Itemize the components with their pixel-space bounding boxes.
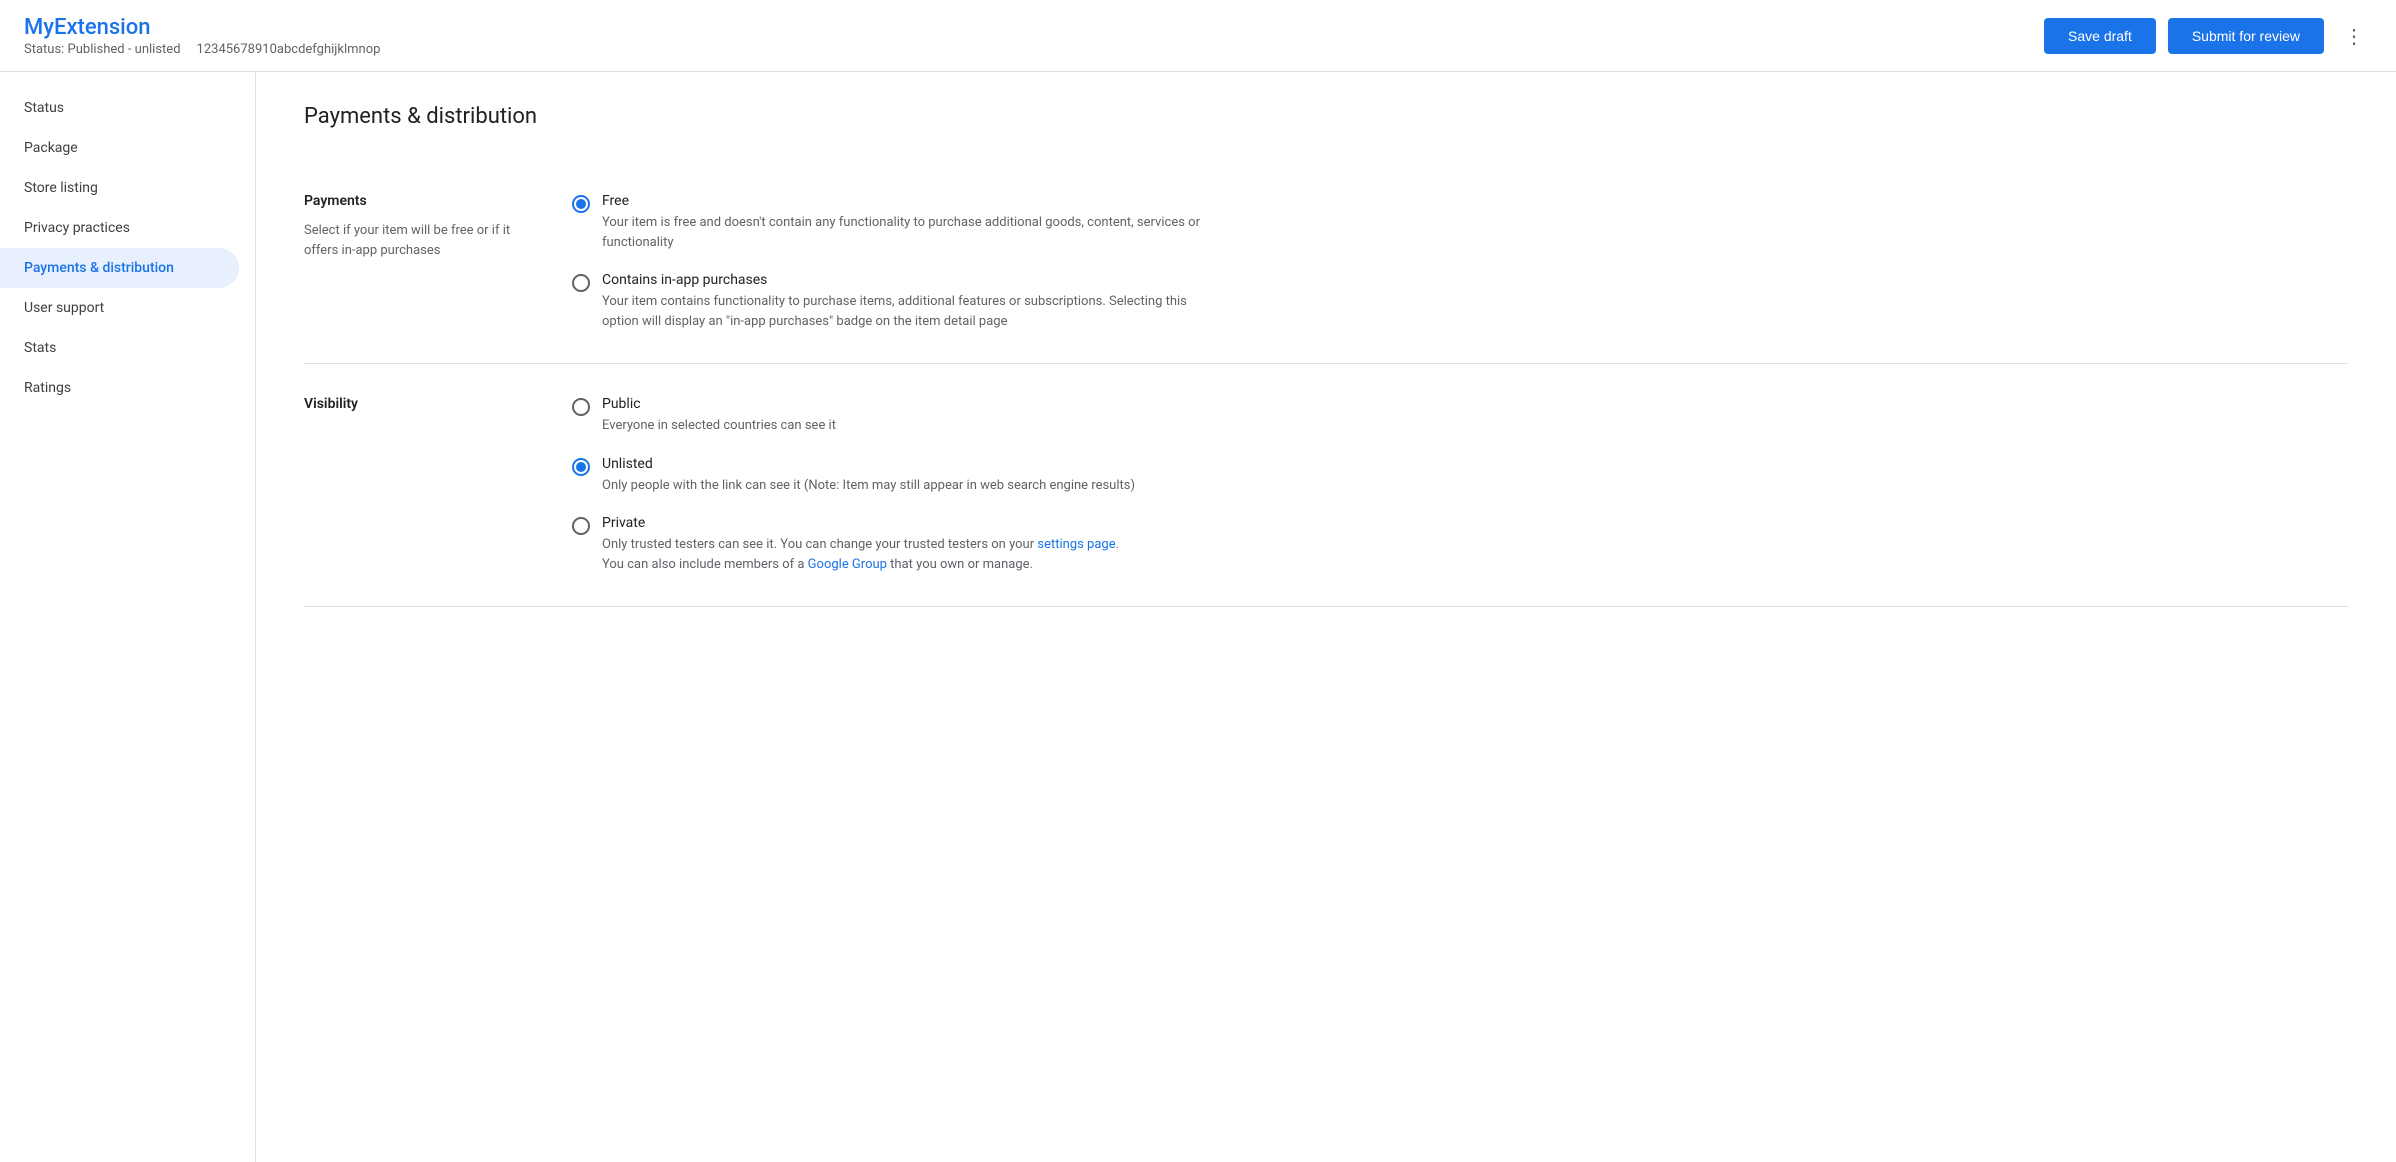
visibility-unlisted-label: Unlisted [602, 456, 1135, 472]
save-draft-button[interactable]: Save draft [2044, 18, 2156, 54]
visibility-public-option: Public Everyone in selected countries ca… [572, 396, 2348, 436]
payments-inapp-desc: Your item contains functionality to purc… [602, 292, 1202, 331]
submit-review-button[interactable]: Submit for review [2168, 18, 2324, 54]
sidebar-item-stats[interactable]: Stats [0, 328, 239, 368]
layout: Status Package Store listing Privacy pra… [0, 72, 2396, 1162]
visibility-public-desc: Everyone in selected countries can see i… [602, 416, 836, 436]
payments-free-label: Free [602, 193, 1202, 209]
visibility-public-text: Public Everyone in selected countries ca… [602, 396, 836, 436]
visibility-private-radio[interactable] [572, 517, 590, 535]
visibility-private-text: Private Only trusted testers can see it.… [602, 515, 1119, 574]
payments-free-desc: Your item is free and doesn't contain an… [602, 213, 1202, 252]
visibility-label: Visibility [304, 396, 524, 574]
visibility-unlisted-option: Unlisted Only people with the link can s… [572, 456, 2348, 496]
app-id: 12345678910abcdefghijklmnop [197, 42, 381, 57]
payments-free-text: Free Your item is free and doesn't conta… [602, 193, 1202, 252]
visibility-unlisted-text: Unlisted Only people with the link can s… [602, 456, 1135, 496]
visibility-title: Visibility [304, 396, 524, 412]
payments-inapp-text: Contains in-app purchases Your item cont… [602, 272, 1202, 331]
private-desc-after: You can also include members of a [602, 557, 808, 572]
visibility-private-label: Private [602, 515, 1119, 531]
payments-free-option: Free Your item is free and doesn't conta… [572, 193, 2348, 252]
payments-label: Payments Select if your item will be fre… [304, 193, 524, 331]
sidebar-item-user-support[interactable]: User support [0, 288, 239, 328]
status-label: Status: Published - unlisted [24, 42, 181, 57]
payments-description: Select if your item will be free or if i… [304, 221, 524, 260]
visibility-private-option: Private Only trusted testers can see it.… [572, 515, 2348, 574]
app-meta: Status: Published - unlisted 12345678910… [24, 42, 2044, 57]
payments-inapp-option: Contains in-app purchases Your item cont… [572, 272, 2348, 331]
payments-title: Payments [304, 193, 524, 209]
google-group-link[interactable]: Google Group [808, 557, 887, 572]
sidebar-item-status[interactable]: Status [0, 88, 239, 128]
sidebar-item-payments-distribution[interactable]: Payments & distribution [0, 248, 239, 288]
sidebar-item-ratings[interactable]: Ratings [0, 368, 239, 408]
page-title: Payments & distribution [304, 104, 2348, 129]
visibility-unlisted-desc: Only people with the link can see it (No… [602, 476, 1135, 496]
payments-inapp-label: Contains in-app purchases [602, 272, 1202, 288]
private-desc-end: that you own or manage. [887, 557, 1033, 572]
sidebar: Status Package Store listing Privacy pra… [0, 72, 256, 1162]
payments-content: Free Your item is free and doesn't conta… [524, 193, 2348, 331]
main-content: Payments & distribution Payments Select … [256, 72, 2396, 1162]
payments-section: Payments Select if your item will be fre… [304, 161, 2348, 364]
sidebar-item-package[interactable]: Package [0, 128, 239, 168]
visibility-public-radio[interactable] [572, 398, 590, 416]
settings-page-link[interactable]: settings page [1037, 537, 1115, 552]
visibility-section: Visibility Public Everyone in selected c… [304, 364, 2348, 607]
app-title: MyExtension [24, 15, 2044, 40]
visibility-unlisted-radio[interactable] [572, 458, 590, 476]
visibility-content: Public Everyone in selected countries ca… [524, 396, 2348, 574]
header-left: MyExtension Status: Published - unlisted… [24, 15, 2044, 57]
private-desc-period: . [1116, 537, 1119, 552]
visibility-private-desc: Only trusted testers can see it. You can… [602, 535, 1119, 574]
private-desc-before: Only trusted testers can see it. You can… [602, 537, 1037, 552]
more-options-icon[interactable]: ⋮ [2336, 18, 2372, 54]
header: MyExtension Status: Published - unlisted… [0, 0, 2396, 72]
header-right: Save draft Submit for review ⋮ [2044, 18, 2372, 54]
payments-free-radio[interactable] [572, 195, 590, 213]
payments-inapp-radio[interactable] [572, 274, 590, 292]
sidebar-item-privacy-practices[interactable]: Privacy practices [0, 208, 239, 248]
sidebar-item-store-listing[interactable]: Store listing [0, 168, 239, 208]
visibility-public-label: Public [602, 396, 836, 412]
